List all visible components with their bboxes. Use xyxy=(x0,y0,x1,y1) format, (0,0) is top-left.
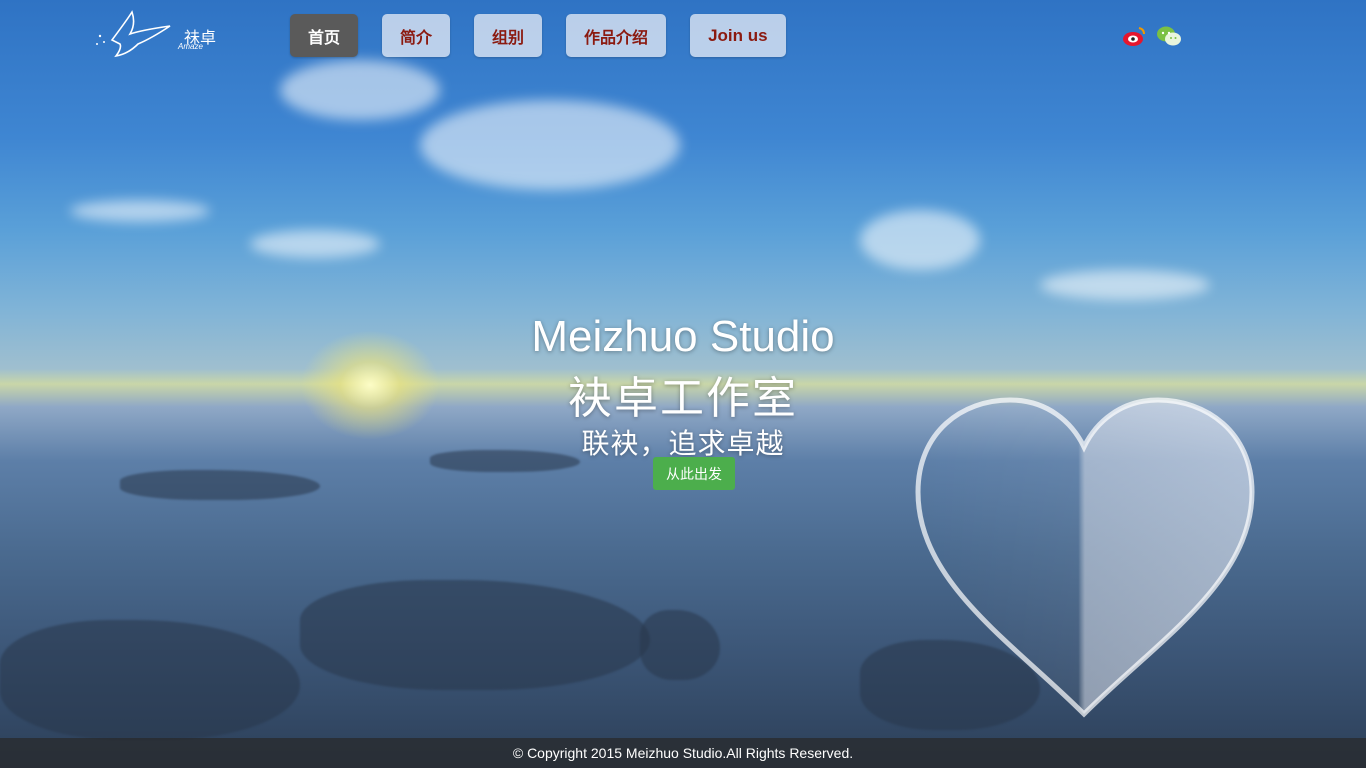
logo-subtext: Amaze xyxy=(178,42,203,51)
cloud-decoration xyxy=(70,200,210,222)
nav-join-us[interactable]: Join us xyxy=(690,14,786,57)
cloud-decoration xyxy=(420,100,680,190)
cloud-decoration xyxy=(250,230,380,258)
nav-about[interactable]: 简介 xyxy=(382,14,451,57)
social-links xyxy=(1122,24,1181,48)
nav-groups[interactable]: 组别 xyxy=(474,14,543,57)
wechat-icon[interactable] xyxy=(1156,24,1181,48)
main-nav: 首页 简介 组别 作品介绍 Join us xyxy=(290,14,786,57)
hero-title: Meizhuo Studio xyxy=(531,312,835,361)
rock-decoration xyxy=(640,610,720,680)
nav-works[interactable]: 作品介绍 xyxy=(566,14,667,57)
cloud-decoration xyxy=(860,210,980,270)
nav-home[interactable]: 首页 xyxy=(290,14,359,57)
heart-graphic xyxy=(915,397,1255,718)
site-logo[interactable]: 祙卓 Amaze xyxy=(92,10,232,62)
footer: © Copyright 2015 Meizhuo Studio.All Righ… xyxy=(0,738,1366,768)
copyright-text: © Copyright 2015 Meizhuo Studio.All Righ… xyxy=(512,745,854,761)
weibo-icon[interactable] xyxy=(1122,24,1146,48)
rock-decoration xyxy=(0,620,300,740)
cloud-decoration xyxy=(1040,270,1210,300)
cloud-decoration xyxy=(280,60,440,120)
start-button[interactable]: 从此出发 xyxy=(653,457,735,490)
rock-decoration xyxy=(120,470,320,500)
rock-decoration xyxy=(300,580,650,690)
